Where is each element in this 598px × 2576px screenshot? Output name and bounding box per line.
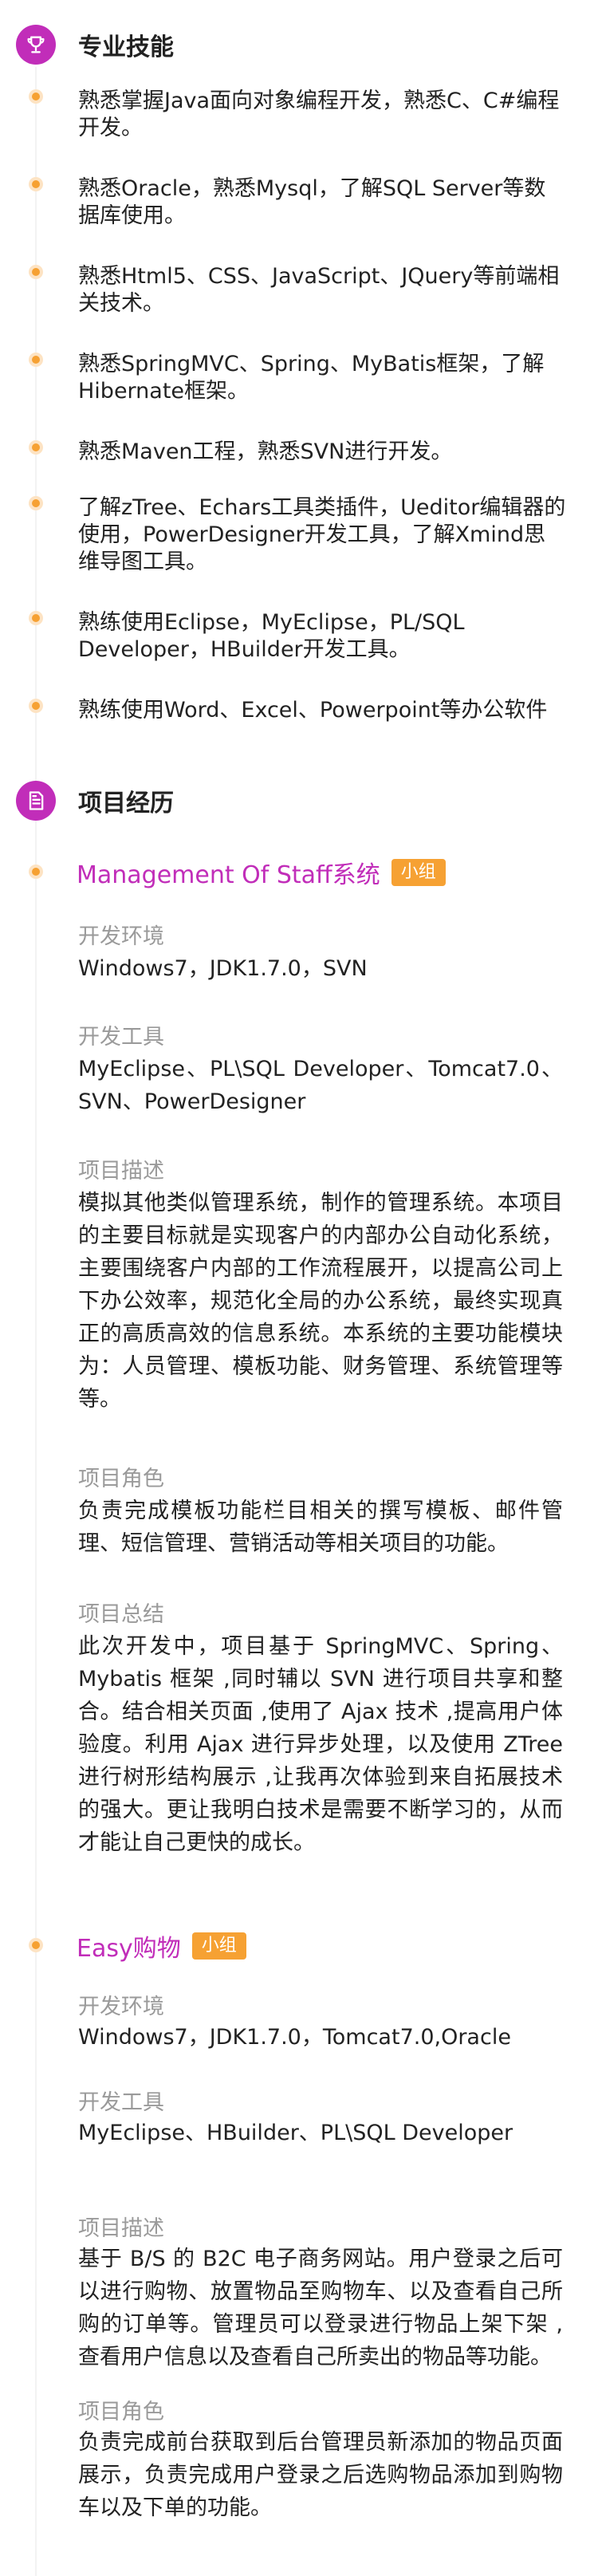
field-label: 项目角色 bbox=[78, 2400, 164, 2424]
field-value: 负责完成前台获取到后台管理员新添加的物品页面展示，负责完成用户登录之后选购物品添… bbox=[78, 2430, 563, 2520]
timeline-dot bbox=[29, 699, 43, 713]
field-value: MyEclipse、PL\SQL Developer、Tomcat7.0、SVN… bbox=[78, 1057, 563, 1114]
field-value: 负责完成模板功能栏目相关的撰写模板、邮件管理、短信管理、营销活动等相关项目的功能… bbox=[78, 1499, 563, 1556]
timeline-dot bbox=[29, 89, 43, 104]
skill-item: 熟练使用Word、Excel、Powerpoint等办公软件 bbox=[78, 698, 548, 723]
skill-item: 熟悉掌握Java面向对象编程开发，熟悉C、C#编程开发。 bbox=[78, 89, 560, 140]
project-header: Easy购物 小组 bbox=[77, 1928, 246, 1964]
projects-section-header: 项目经历 bbox=[16, 780, 174, 821]
timeline-dot bbox=[29, 353, 43, 367]
field-value: Windows7，JDK1.7.0，Tomcat7.0,Oracle bbox=[78, 2025, 511, 2050]
field-label: 项目描述 bbox=[78, 1159, 164, 1184]
field-label: 项目总结 bbox=[78, 1602, 164, 1627]
project-badge: 小组 bbox=[391, 859, 446, 886]
skill-item: 熟悉SpringMVC、Spring、MyBatis框架，了解Hibernate… bbox=[78, 352, 545, 404]
document-icon bbox=[16, 781, 56, 821]
timeline-dot bbox=[29, 1938, 43, 1952]
skill-item: 熟悉Maven工程，熟悉SVN进行开发。 bbox=[78, 439, 453, 464]
field-value: Windows7，JDK1.7.0，SVN bbox=[78, 956, 368, 981]
skill-item: 熟悉Oracle，熟悉Mysql，了解SQL Server等数据库使用。 bbox=[78, 176, 546, 228]
skill-item: 熟练使用Eclipse，MyEclipse，PL/SQL Developer，H… bbox=[78, 610, 465, 662]
project-header: Management Of Staff系统 小组 bbox=[77, 855, 446, 890]
timeline-dot bbox=[29, 611, 43, 625]
timeline-dot bbox=[29, 177, 43, 191]
project-name: Easy购物 bbox=[77, 1935, 181, 1963]
field-label: 项目角色 bbox=[78, 1467, 164, 1491]
skills-section-title: 专业技能 bbox=[78, 33, 174, 61]
projects-section-title: 项目经历 bbox=[78, 790, 174, 817]
field-label: 开发环境 bbox=[78, 1995, 164, 2019]
timeline-dot bbox=[29, 496, 43, 510]
field-label: 开发工具 bbox=[78, 2090, 164, 2115]
field-label: 项目描述 bbox=[78, 2216, 164, 2241]
timeline-dot bbox=[29, 265, 43, 279]
trophy-icon bbox=[16, 25, 56, 65]
skill-item: 了解zTree、Echars工具类插件，Ueditor编辑器的使用，PowerD… bbox=[78, 495, 566, 574]
skills-section-header: 专业技能 bbox=[16, 24, 174, 65]
resume-page: 专业技能 熟悉掌握Java面向对象编程开发，熟悉C、C#编程开发。 熟悉Orac… bbox=[0, 0, 598, 2576]
field-value: 模拟其他类似管理系统，制作的管理系统。本项目的主要目标就是实现客户的内部办公自动… bbox=[78, 1191, 563, 1412]
field-label: 开发工具 bbox=[78, 1025, 164, 1050]
field-value: 基于 B/S 的 B2C 电子商务网站。用户登录之后可以进行购物、放置物品至购物… bbox=[78, 2247, 563, 2369]
timeline-dot bbox=[29, 865, 43, 879]
project-name: Management Of Staff系统 bbox=[77, 861, 380, 889]
timeline-dot bbox=[29, 440, 43, 455]
field-value: MyEclipse、HBuilder、PL\SQL Developer bbox=[78, 2121, 513, 2145]
field-value: 此次开发中，项目基于 SpringMVC、Spring、Mybatis 框架 ,… bbox=[78, 1634, 563, 1855]
skill-item: 熟悉Html5、CSS、JavaScript、JQuery等前端相关技术。 bbox=[78, 264, 560, 316]
project-badge: 小组 bbox=[191, 1932, 246, 1960]
field-label: 开发环境 bbox=[78, 924, 164, 949]
